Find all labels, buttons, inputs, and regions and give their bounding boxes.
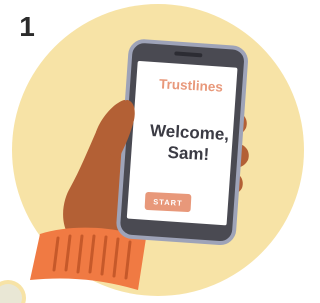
welcome-message: Welcome, Sam! [137,119,241,166]
step-number-badge: 1 [9,9,45,45]
start-button[interactable]: START [144,191,192,213]
illustration: 1 Trustlines Welcome, Sam! START [0,0,306,303]
